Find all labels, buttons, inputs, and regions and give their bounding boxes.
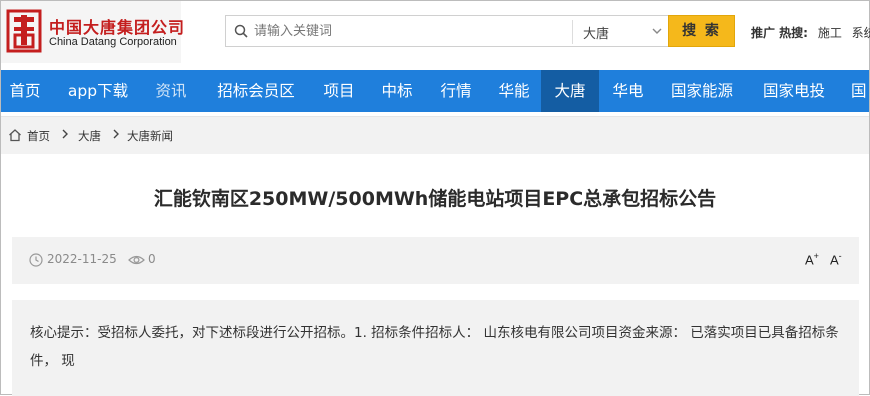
nav-item-winning-bids[interactable]: 中标: [372, 70, 422, 112]
article-meta-bar: 2022-11-25 0 A+ A-: [12, 237, 859, 284]
home-icon: [9, 129, 21, 142]
search-input[interactable]: [250, 18, 570, 44]
breadcrumb-datang-news[interactable]: 大唐新闻: [127, 128, 173, 144]
search-button[interactable]: 搜 索: [668, 15, 735, 47]
main-nav: 首页 app下载 资讯 招标会员区 项目 中标 行情 华能 大唐 华电 国家能源…: [1, 70, 869, 112]
font-decrease-button[interactable]: A-: [830, 251, 842, 267]
hot-keyword-2[interactable]: 系统: [852, 26, 870, 40]
nav-item-projects[interactable]: 项目: [315, 70, 363, 112]
hot-search-label: 推广 热搜:: [751, 26, 808, 40]
eye-icon: [128, 255, 145, 265]
chevron-right-icon: [113, 129, 119, 139]
logo-chinese-name: 中国大唐集团公司: [49, 18, 186, 37]
logo-english-name: China Datang Corporation: [49, 36, 177, 48]
nav-item-spic[interactable]: 国家电投: [753, 70, 835, 112]
hot-keyword-1[interactable]: 施工: [818, 26, 842, 40]
site-header: 中国大唐集团公司 China Datang Corporation 大唐 搜 索…: [1, 1, 870, 70]
nav-item-market[interactable]: 行情: [431, 70, 481, 112]
hot-search: 推广 热搜: 施工 系统: [751, 24, 870, 41]
breadcrumb: 首页 大唐 大唐新闻: [1, 116, 869, 154]
font-decrease-label: A: [830, 252, 839, 268]
nav-item-home[interactable]: 首页: [1, 70, 49, 112]
font-increase-button[interactable]: A+: [805, 251, 819, 267]
chevron-down-icon: [652, 28, 662, 34]
nav-item-app-download[interactable]: app下载: [55, 70, 141, 112]
nav-item-huaneng[interactable]: 华能: [489, 70, 539, 112]
nav-item-huadian[interactable]: 华电: [603, 70, 653, 112]
article-date: 2022-11-25: [47, 252, 117, 266]
datang-logo-mark-icon: [6, 9, 42, 53]
chevron-right-icon: [62, 129, 68, 139]
nav-item-datang[interactable]: 大唐: [541, 70, 599, 112]
font-increase-label: A: [805, 252, 814, 268]
breadcrumb-datang[interactable]: 大唐: [78, 128, 101, 144]
article-title: 汇能钦南区250MW/500MWh储能电站项目EPC总承包招标公告: [153, 188, 717, 210]
nav-item-more[interactable]: 国: [845, 70, 869, 112]
search-icon: [234, 24, 248, 38]
clock-icon: [29, 253, 43, 267]
nav-item-news[interactable]: 资讯: [146, 70, 196, 112]
search-bar: 大唐 搜 索: [225, 15, 735, 47]
search-scope-select[interactable]: 大唐: [573, 16, 670, 46]
article-view-count: 0: [148, 252, 156, 266]
nav-item-national-energy[interactable]: 国家能源: [661, 70, 743, 112]
search-scope-value: 大唐: [583, 27, 610, 42]
site-logo[interactable]: 中国大唐集团公司 China Datang Corporation: [1, 1, 184, 63]
nav-item-member-area[interactable]: 招标会员区: [205, 70, 307, 112]
article-summary: 核心提示：受招标人委托，对下述标段进行公开招标。1. 招标条件招标人： 山东核电…: [12, 300, 859, 396]
breadcrumb-home[interactable]: 首页: [27, 128, 50, 144]
search-box: 大唐: [225, 15, 669, 47]
